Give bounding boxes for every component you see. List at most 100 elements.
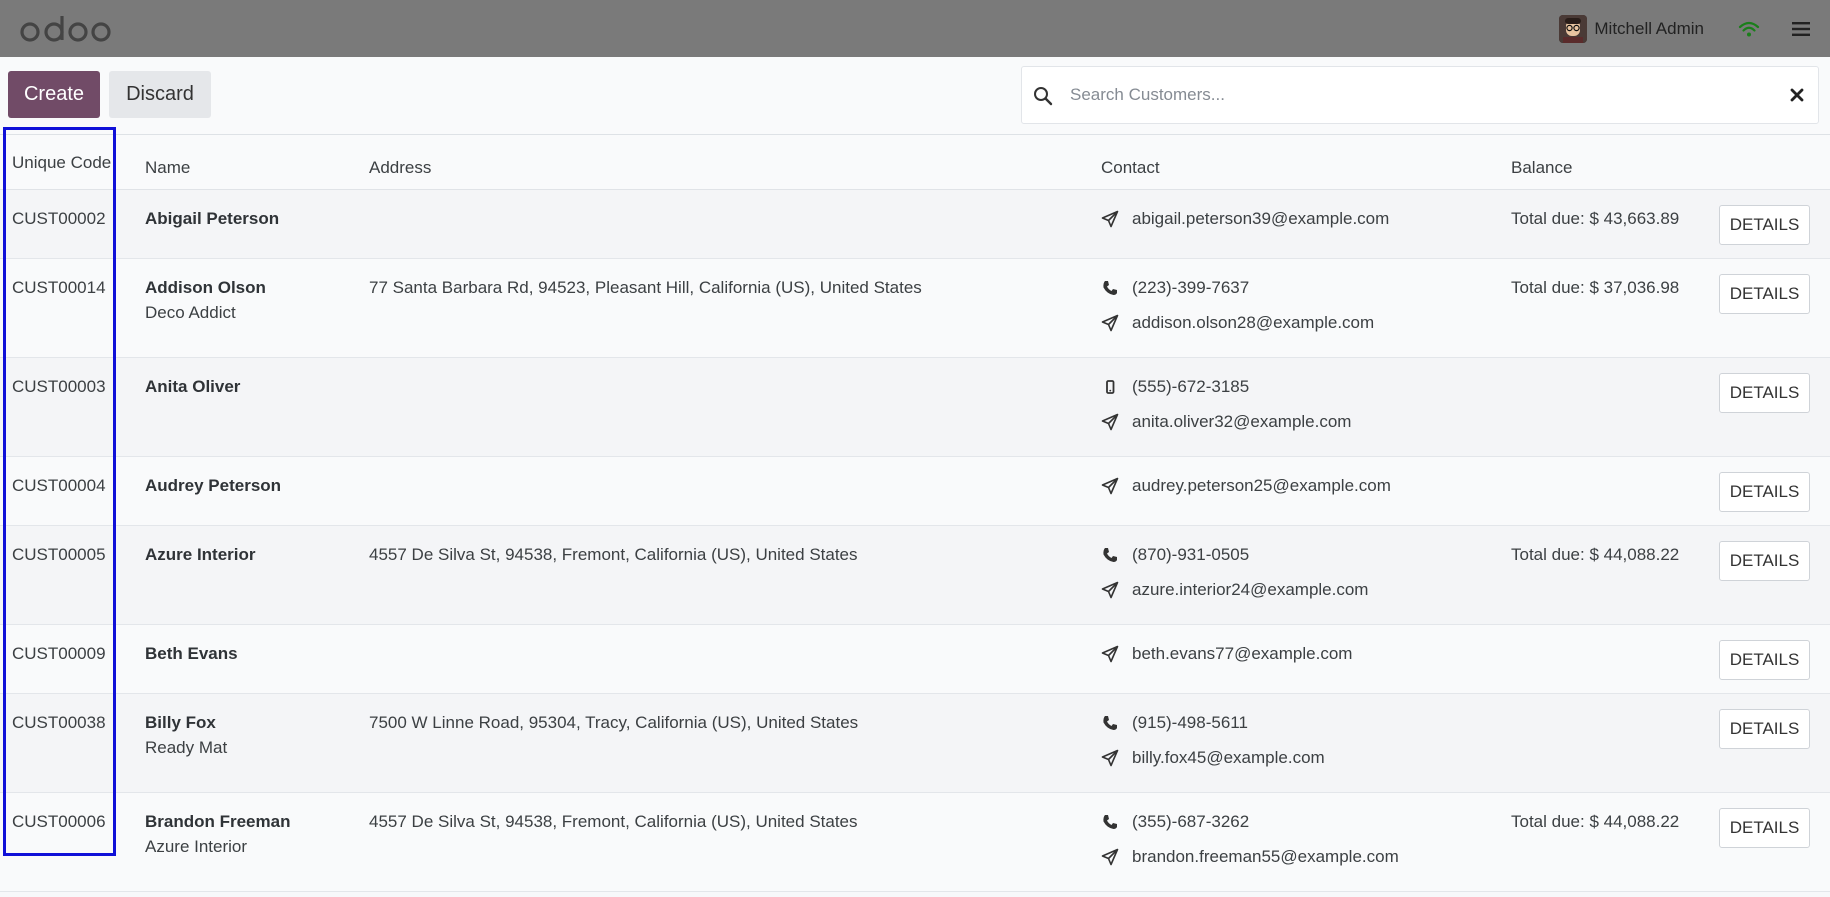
paper-plane-icon [1101, 477, 1119, 495]
header-address: Address [369, 158, 432, 177]
mobile-phone-icon [1106, 380, 1115, 394]
customer-phone: (355)-687-3262 [1132, 812, 1250, 831]
customer-company: Azure Interior [145, 837, 248, 856]
customer-code: CUST00006 [12, 812, 106, 831]
phone-icon [1103, 716, 1117, 730]
email-line: beth.evans77@example.com [1101, 643, 1352, 665]
customer-name: Abigail Peterson [145, 209, 280, 228]
email-line: brandon.freeman55@example.com [1101, 846, 1399, 868]
header-contact: Contact [1101, 158, 1160, 177]
customer-code: CUST00009 [12, 644, 106, 663]
top-navbar: Mitchell Admin [0, 0, 1830, 57]
customer-name: Audrey Peterson [145, 476, 282, 495]
customer-phone: (870)-931-0505 [1132, 545, 1250, 564]
header-unique-code: Unique Code [12, 153, 112, 172]
customer-address: 4557 De Silva St, 94538, Fremont, Califo… [369, 545, 858, 564]
customer-email: billy.fox45@example.com [1132, 748, 1325, 767]
phone-line: (555)-672-3185 [1101, 376, 1249, 398]
email-line: abigail.peterson39@example.com [1101, 208, 1389, 230]
paper-plane-icon [1101, 645, 1119, 663]
customer-address: 77 Santa Barbara Rd, 94523, Pleasant Hil… [369, 278, 922, 297]
customer-email: addison.olson28@example.com [1132, 313, 1375, 332]
customer-email: anita.oliver32@example.com [1132, 412, 1352, 431]
user-menu[interactable]: Mitchell Admin [1559, 14, 1704, 43]
customer-name: Azure Interior [145, 545, 256, 564]
customer-company: Ready Mat [145, 738, 228, 757]
email-line: azure.interior24@example.com [1101, 579, 1368, 601]
phone-line: (915)-498-5611 [1101, 712, 1248, 734]
details-button[interactable]: DETAILS [1719, 472, 1810, 512]
paper-plane-icon [1101, 581, 1119, 599]
customer-phone: (223)-399-7637 [1132, 278, 1250, 297]
table-row[interactable]: CUST00038 Billy Fox Ready Mat 7500 W Lin… [0, 694, 1830, 793]
details-button[interactable]: DETAILS [1719, 808, 1810, 848]
details-button[interactable]: DETAILS [1719, 373, 1810, 413]
header-balance: Balance [1511, 158, 1573, 177]
paper-plane-icon [1101, 848, 1119, 866]
customer-balance: Total due: $ 43,663.89 [1511, 209, 1680, 228]
search-icon [1034, 87, 1053, 106]
table-row[interactable]: CUST00014 Addison Olson Deco Addict 77 S… [0, 259, 1830, 358]
paper-plane-icon [1101, 749, 1119, 767]
customer-balance: Total due: $ 44,088.22 [1511, 812, 1680, 831]
paper-plane-icon [1101, 314, 1119, 332]
table-row[interactable]: CUST00002 Abigail Peterson abigail.peter… [0, 190, 1830, 259]
navbar-right: Mitchell Admin [1559, 14, 1810, 43]
email-line: billy.fox45@example.com [1101, 747, 1325, 769]
table-row[interactable]: CUST00005 Azure Interior 4557 De Silva S… [0, 526, 1830, 625]
details-button[interactable]: DETAILS [1719, 541, 1810, 581]
email-line: audrey.peterson25@example.com [1101, 475, 1391, 497]
customer-code: CUST00004 [12, 476, 106, 495]
customer-code: CUST00005 [12, 545, 106, 564]
search-input[interactable] [1070, 75, 1750, 115]
customer-phone: (555)-672-3185 [1132, 377, 1250, 396]
customer-email: brandon.freeman55@example.com [1132, 847, 1399, 866]
table-row[interactable]: CUST00004 Audrey Peterson audrey.peterso… [0, 457, 1830, 526]
customer-name: Anita Oliver [145, 377, 241, 396]
customer-phone: (915)-498-5611 [1132, 713, 1248, 732]
details-button[interactable]: DETAILS [1719, 709, 1810, 749]
customer-address: 4557 De Silva St, 94538, Fremont, Califo… [369, 812, 858, 831]
header-name: Name [145, 158, 191, 177]
phone-line: (870)-931-0505 [1101, 544, 1249, 566]
clear-search-icon[interactable] [1788, 86, 1806, 104]
customer-code: CUST00002 [12, 209, 106, 228]
customer-name: Brandon Freeman [145, 812, 291, 831]
wifi-icon [1738, 21, 1760, 36]
odoo-logo[interactable] [20, 12, 112, 46]
search-box [1021, 66, 1819, 124]
customer-code: CUST00038 [12, 713, 106, 732]
table-row[interactable]: CUST00006 Brandon Freeman Azure Interior… [0, 793, 1830, 892]
details-button[interactable]: DETAILS [1719, 640, 1810, 680]
user-name: Mitchell Admin [1594, 18, 1704, 38]
table-row[interactable]: CUST00009 Beth Evans beth.evans77@exampl… [0, 625, 1830, 694]
phone-icon [1103, 548, 1117, 562]
phone-icon [1103, 815, 1117, 829]
discard-button[interactable]: Discard [109, 71, 211, 118]
list-header: Unique Code Name Address Contact Balance [0, 135, 1830, 190]
customer-email: abigail.peterson39@example.com [1132, 209, 1390, 228]
control-bar: Create Discard [0, 57, 1830, 135]
details-button[interactable]: DETAILS [1719, 274, 1810, 314]
details-button[interactable]: DETAILS [1719, 205, 1810, 245]
paper-plane-icon [1101, 413, 1119, 431]
phone-line: (223)-399-7637 [1101, 277, 1249, 299]
customer-address: 7500 W Linne Road, 95304, Tracy, Califor… [369, 713, 859, 732]
hamburger-menu-icon[interactable] [1792, 21, 1810, 37]
email-line: anita.oliver32@example.com [1101, 411, 1351, 433]
customer-email: azure.interior24@example.com [1132, 580, 1369, 599]
phone-line: (355)-687-3262 [1101, 811, 1249, 833]
email-line: addison.olson28@example.com [1101, 312, 1374, 334]
customer-email: beth.evans77@example.com [1132, 644, 1353, 663]
customer-code: CUST00003 [12, 377, 106, 396]
customer-name: Billy Fox [145, 713, 216, 732]
avatar [1559, 14, 1588, 43]
create-button[interactable]: Create [8, 71, 100, 118]
customer-name: Addison Olson [145, 278, 266, 297]
customer-balance: Total due: $ 37,036.98 [1511, 278, 1680, 297]
customer-balance: Total due: $ 44,088.22 [1511, 545, 1680, 564]
phone-icon [1103, 281, 1117, 295]
customer-name: Beth Evans [145, 644, 238, 663]
customer-company: Deco Addict [145, 303, 236, 322]
table-row[interactable]: CUST00003 Anita Oliver (555)-672-3185 an… [0, 358, 1830, 457]
